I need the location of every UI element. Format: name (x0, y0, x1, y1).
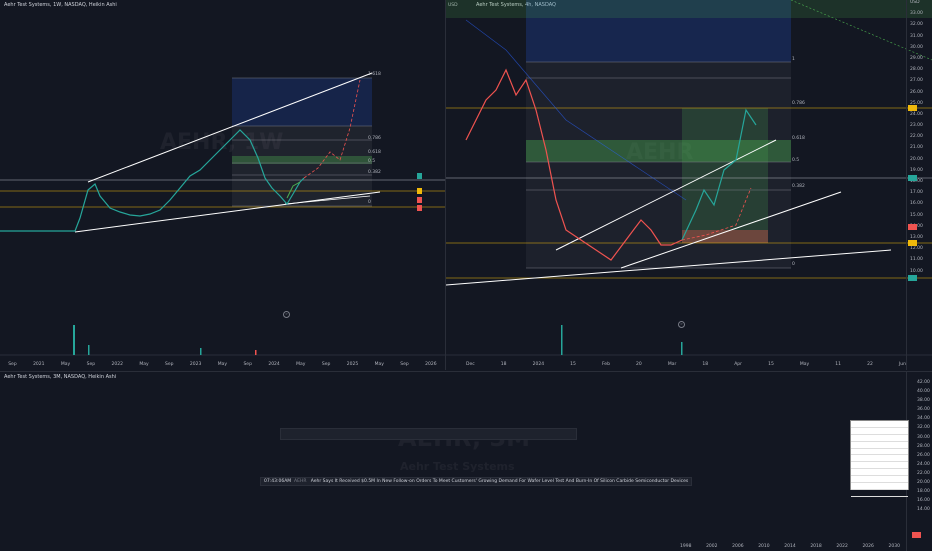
news-text: Aehr Says It Received $0.5M In New Follo… (310, 479, 689, 484)
right-fib-0382: 0.382 (792, 184, 805, 189)
right-fib-0: 0 (792, 262, 795, 267)
right-price-axis[interactable]: USD 33.00 32.00 31.00 30.00 29.00 28.00 27.00 26… (906, 0, 932, 370)
bottom-price-axis[interactable]: 42.00 40.00 38.00 36.00 34.00 32.00 30.00 28.00… (906, 372, 932, 551)
left-price-tag-1 (417, 173, 423, 179)
left-chart-drawing (0, 72, 445, 356)
fib-label-1: 1.618 (368, 72, 381, 77)
fib-label-05: 0.5 (368, 159, 376, 164)
right-price-tag-gold (908, 105, 918, 111)
left-price-tag-3 (417, 197, 423, 203)
stats-table (850, 420, 909, 497)
bottom-time-axis: 1998 2002 2006 2010 2014 2018 2022 2026 2030 (680, 544, 900, 549)
fib-label-0786: 0.786 (368, 136, 381, 141)
bottom-chart-header: Aehr Test Systems, 3M, NASDAQ, Heikin As… (4, 374, 117, 380)
bottom-3m-chart[interactable]: Aehr Test Systems, 3M, NASDAQ, Heikin As… (0, 371, 932, 551)
bottom-watermark-sub: Aehr Test Systems (400, 460, 515, 473)
right-chart-drawing (446, 0, 932, 356)
left-chart-reset-icon[interactable]: ↺ (283, 311, 290, 318)
fib-label-0618: 0.618 (368, 150, 381, 155)
fib-label-0: 0 (368, 200, 371, 205)
right-price-tag-base (908, 275, 918, 281)
right-fib-05: 0.5 (792, 158, 800, 163)
left-time-axis: Sep 2021 May Sep 2022 May Sep 2023 May Sep 2024 May… (8, 362, 437, 367)
fib-label-0382: 0.382 (368, 170, 381, 175)
left-weekly-chart[interactable]: Aehr Test Systems, 1W, NASDAQ, Heikin As… (0, 0, 446, 370)
news-ticker[interactable]: 07:43:06AM AEHR Aehr Says It Received $0… (260, 477, 693, 486)
bottom-price-tag (912, 532, 922, 538)
left-price-tag-2 (417, 188, 423, 194)
right-fib-1: 1 (792, 57, 795, 62)
right-price-tag-yellow (908, 240, 918, 246)
news-box-small (280, 428, 577, 440)
right-chart-reset-icon[interactable]: ↺ (678, 321, 685, 328)
right-price-tag-green (908, 175, 918, 181)
right-fib-0618: 0.618 (792, 136, 805, 141)
right-time-axis: Dec 18 2024 15 Feb 20 Mar 18 Apr 15 May 11 22 Jun (466, 362, 906, 367)
right-4h-chart[interactable]: Aehr Test Systems, 4h, NASDAQ USD AEHR ↺… (446, 0, 932, 370)
news-time: 07:43:06AM (264, 479, 292, 484)
news-symbol: AEHR (294, 479, 307, 484)
right-fib-0786: 0.786 (792, 101, 805, 106)
right-price-tag-red (908, 224, 918, 230)
left-price-tag-4 (417, 205, 423, 211)
